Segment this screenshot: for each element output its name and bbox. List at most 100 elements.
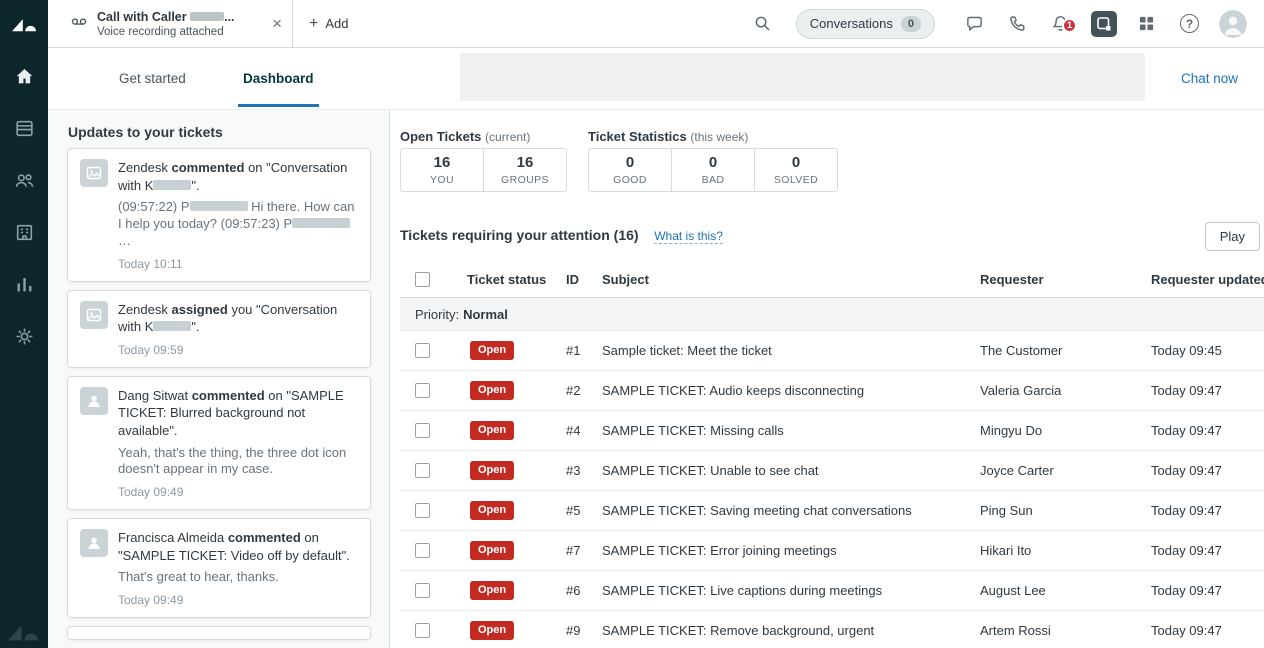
status-badge-cell: Open xyxy=(467,461,566,480)
ticket-subject: SAMPLE TICKET: Missing calls xyxy=(602,423,980,438)
what-is-this-link[interactable]: What is this? xyxy=(654,229,723,244)
ticket-statistics-stats: 0 GOOD 0 BAD 0 SOLVED xyxy=(588,148,838,192)
row-checkbox[interactable] xyxy=(415,463,430,478)
chat-now-link[interactable]: Chat now xyxy=(1181,48,1238,110)
close-tab-icon[interactable]: × xyxy=(272,15,282,32)
phone-icon[interactable] xyxy=(996,14,1039,33)
ticket-requester: Mingyu Do xyxy=(980,423,1151,438)
header-ticket-status[interactable]: Ticket status xyxy=(467,272,566,287)
update-card[interactable]: Zendesk assigned you "Conversation with … xyxy=(67,290,371,368)
zendesk-avatar-icon xyxy=(80,159,108,187)
play-button[interactable]: Play xyxy=(1205,222,1260,251)
tab-get-started[interactable]: Get started xyxy=(114,48,191,110)
plus-icon: + xyxy=(309,15,318,33)
header-subject[interactable]: Subject xyxy=(602,272,980,287)
open-tickets-stats: 16 YOU 16 GROUPS xyxy=(400,148,567,192)
update-card-body: That's great to hear, thanks. xyxy=(118,569,358,586)
stat-bad[interactable]: 0 BAD xyxy=(671,148,755,192)
update-card-content: Francisca Almeida commented on "SAMPLE T… xyxy=(118,529,358,607)
stat-label: BAD xyxy=(702,174,725,186)
reporting-icon[interactable] xyxy=(0,260,48,308)
admin-gear-icon[interactable] xyxy=(0,312,48,360)
row-checkbox[interactable] xyxy=(415,623,430,638)
update-card-content: Dang Sitwat commented on "SAMPLE TICKET:… xyxy=(118,387,358,499)
conversation-tab[interactable]: Call with Caller ... Voice recording att… xyxy=(48,0,293,48)
left-nav xyxy=(0,0,48,648)
table-row[interactable]: Open #5 SAMPLE TICKET: Saving meeting ch… xyxy=(400,491,1264,531)
ticket-id: #9 xyxy=(566,623,602,638)
organizations-icon[interactable] xyxy=(0,208,48,256)
conversations-button[interactable]: Conversations 0 xyxy=(796,9,935,39)
ticket-subject: SAMPLE TICKET: Audio keeps disconnecting xyxy=(602,383,980,398)
stat-value: 16 xyxy=(434,154,451,171)
customers-icon[interactable] xyxy=(0,156,48,204)
tab-dashboard[interactable]: Dashboard xyxy=(238,48,319,107)
table-row[interactable]: Open #1 Sample ticket: Meet the ticket T… xyxy=(400,331,1264,371)
row-checkbox[interactable] xyxy=(415,503,430,518)
status-badge: Open xyxy=(470,541,514,560)
header-requester[interactable]: Requester xyxy=(980,272,1151,287)
table-row[interactable]: Open #9 SAMPLE TICKET: Remove background… xyxy=(400,611,1264,648)
update-card-title: Dang Sitwat commented on "SAMPLE TICKET:… xyxy=(118,387,358,440)
stat-solved[interactable]: 0 SOLVED xyxy=(754,148,838,192)
status-badge-cell: Open xyxy=(467,381,566,400)
custom-app-icon[interactable] xyxy=(1082,11,1125,37)
stat-open-groups[interactable]: 16 GROUPS xyxy=(483,148,567,192)
ticket-subject: SAMPLE TICKET: Error joining meetings xyxy=(602,543,980,558)
header-id[interactable]: ID xyxy=(566,272,602,287)
status-badge: Open xyxy=(470,621,514,640)
open-tickets-note: (current) xyxy=(485,130,530,144)
stat-label: GROUPS xyxy=(501,174,549,186)
update-card[interactable]: Dang Sitwat commented on "SAMPLE TICKET:… xyxy=(67,376,371,510)
views-icon[interactable] xyxy=(0,104,48,152)
select-all-checkbox[interactable] xyxy=(415,272,430,287)
chat-icon[interactable] xyxy=(953,14,996,33)
updates-panel-title: Updates to your tickets xyxy=(68,124,389,140)
row-checkbox[interactable] xyxy=(415,343,430,358)
table-row[interactable]: Open #6 SAMPLE TICKET: Live captions dur… xyxy=(400,571,1264,611)
user-avatar[interactable] xyxy=(1211,10,1254,38)
conversation-tab-subtitle: Voice recording attached xyxy=(97,26,235,38)
ticket-requester: Joyce Carter xyxy=(980,463,1151,478)
custom-app-tile xyxy=(1091,11,1117,37)
update-card[interactable]: Zendesk commented on "Conversation with … xyxy=(67,148,371,282)
stat-label: YOU xyxy=(430,174,454,186)
ticket-subject: Sample ticket: Meet the ticket xyxy=(602,343,980,358)
update-card[interactable] xyxy=(67,626,371,640)
conversation-tab-title: Call with Caller ... xyxy=(97,10,235,24)
ticket-subject: SAMPLE TICKET: Saving meeting chat conve… xyxy=(602,503,980,518)
help-icon[interactable]: ? xyxy=(1168,14,1211,33)
header-requester-updated[interactable]: Requester updated xyxy=(1151,272,1264,287)
status-badge: Open xyxy=(470,381,514,400)
table-row[interactable]: Open #3 SAMPLE TICKET: Unable to see cha… xyxy=(400,451,1264,491)
add-button-label: Add xyxy=(325,16,348,31)
secondary-nav: Get started Dashboard Chat now xyxy=(48,48,1264,110)
row-checkbox[interactable] xyxy=(415,383,430,398)
ticket-updated: Today 09:47 xyxy=(1151,543,1264,558)
row-checkbox[interactable] xyxy=(415,423,430,438)
search-icon[interactable] xyxy=(741,15,784,32)
ticket-subject: SAMPLE TICKET: Unable to see chat xyxy=(602,463,980,478)
priority-group-label: Priority: xyxy=(415,307,459,322)
ticket-id: #7 xyxy=(566,543,602,558)
apps-grid-icon[interactable] xyxy=(1125,15,1168,32)
ticket-id: #6 xyxy=(566,583,602,598)
priority-group-row: Priority:Normal xyxy=(400,298,1264,331)
ticket-statistics-note: (this week) xyxy=(690,130,748,144)
open-tickets-heading: Open Tickets (current) xyxy=(400,129,530,144)
table-row[interactable]: Open #2 SAMPLE TICKET: Audio keeps disco… xyxy=(400,371,1264,411)
notifications-bell-icon[interactable]: 1 xyxy=(1039,14,1082,33)
row-checkbox[interactable] xyxy=(415,543,430,558)
update-card[interactable]: Francisca Almeida commented on "SAMPLE T… xyxy=(67,518,371,618)
stat-open-you[interactable]: 16 YOU xyxy=(400,148,484,192)
table-row[interactable]: Open #4 SAMPLE TICKET: Missing calls Min… xyxy=(400,411,1264,451)
ticket-requester: The Customer xyxy=(980,343,1151,358)
home-icon[interactable] xyxy=(0,52,48,100)
stat-good[interactable]: 0 GOOD xyxy=(588,148,672,192)
redacted-banner xyxy=(460,53,1145,101)
table-row[interactable]: Open #7 SAMPLE TICKET: Error joining mee… xyxy=(400,531,1264,571)
add-button[interactable]: + Add xyxy=(309,15,348,33)
table-header-row: Ticket status ID Subject Requester Reque… xyxy=(400,262,1264,298)
row-checkbox[interactable] xyxy=(415,583,430,598)
stat-value: 16 xyxy=(517,154,534,171)
